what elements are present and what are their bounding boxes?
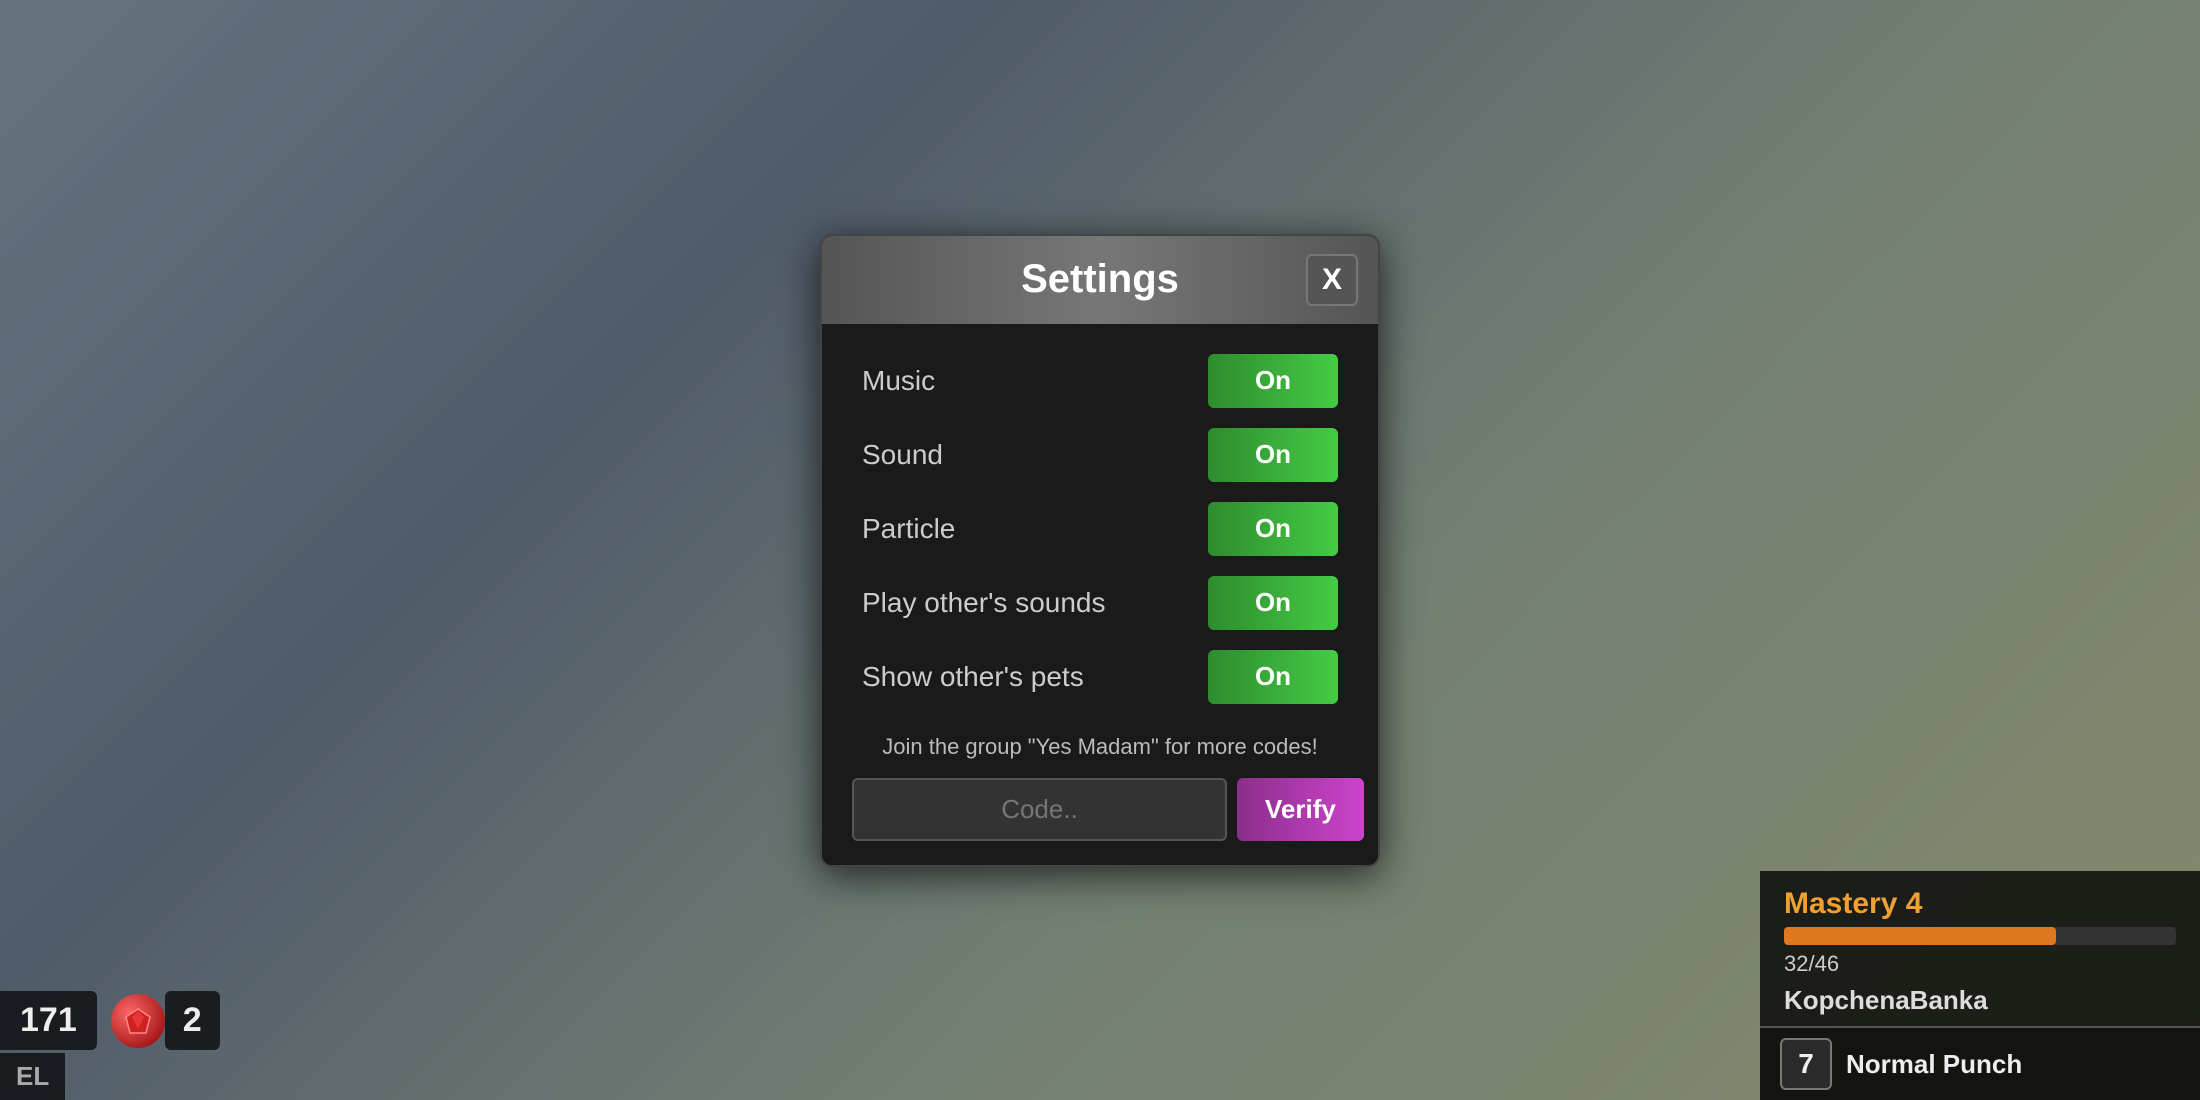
setting-label-particle: Particle xyxy=(862,513,955,545)
music-toggle[interactable]: On xyxy=(1208,354,1338,408)
modal-header: Settings X xyxy=(822,236,1378,324)
others-pets-toggle[interactable]: On xyxy=(1208,650,1338,704)
setting-label-others-pets: Show other's pets xyxy=(862,661,1084,693)
modal-overlay: Settings X Music On Sound On Particle On xyxy=(0,0,2200,1100)
setting-label-others-sounds: Play other's sounds xyxy=(862,587,1105,619)
close-button[interactable]: X xyxy=(1306,254,1358,306)
setting-row-music: Music On xyxy=(862,348,1338,414)
others-sounds-toggle[interactable]: On xyxy=(1208,576,1338,630)
modal-title: Settings xyxy=(894,257,1306,302)
verify-button[interactable]: Verify xyxy=(1237,778,1364,841)
settings-modal: Settings X Music On Sound On Particle On xyxy=(820,234,1380,867)
particle-toggle[interactable]: On xyxy=(1208,502,1338,556)
promo-text: Join the group "Yes Madam" for more code… xyxy=(842,734,1358,760)
setting-row-others-sounds: Play other's sounds On xyxy=(862,570,1338,636)
settings-list: Music On Sound On Particle On Play other… xyxy=(822,348,1378,710)
setting-row-others-pets: Show other's pets On xyxy=(862,644,1338,710)
code-input[interactable] xyxy=(852,778,1227,841)
setting-row-sound: Sound On xyxy=(862,422,1338,488)
setting-label-music: Music xyxy=(862,365,935,397)
code-row: Verify xyxy=(842,778,1358,841)
setting-row-particle: Particle On xyxy=(862,496,1338,562)
setting-label-sound: Sound xyxy=(862,439,943,471)
sound-toggle[interactable]: On xyxy=(1208,428,1338,482)
